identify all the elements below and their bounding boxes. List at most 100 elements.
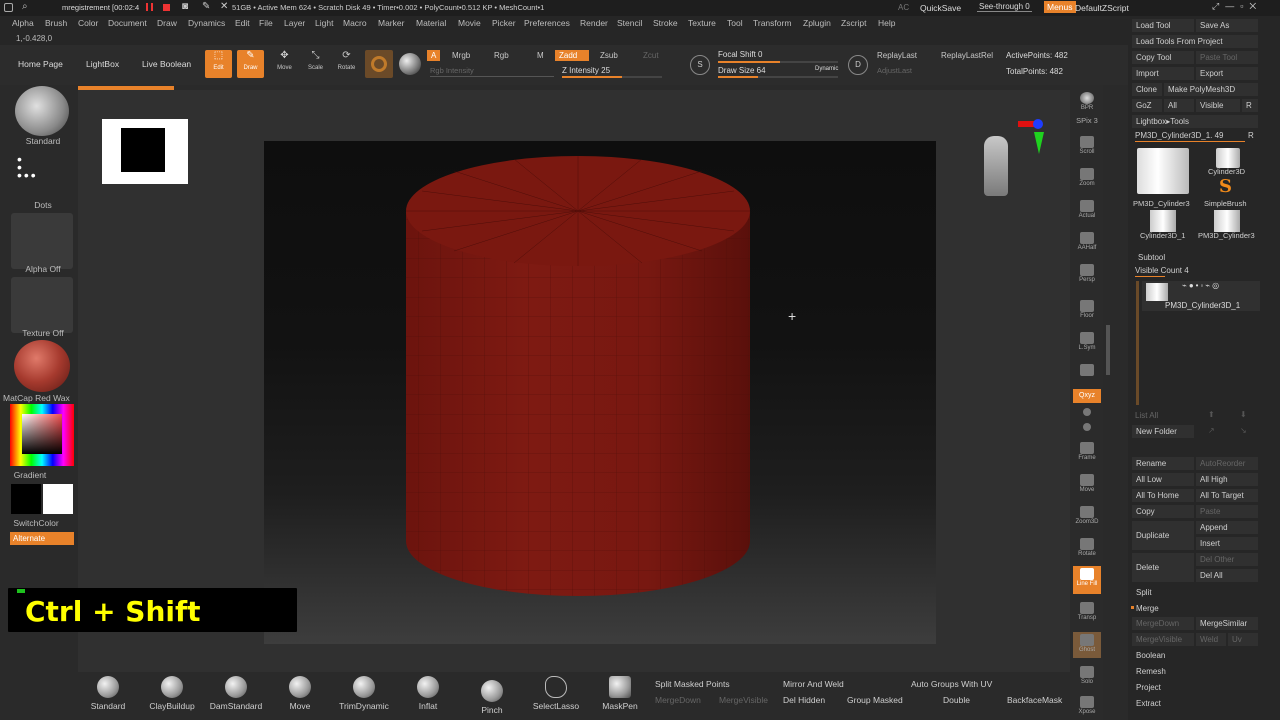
sphere-toggle-button[interactable] — [399, 53, 421, 75]
group-masked-button[interactable]: Group Masked — [847, 693, 903, 707]
current-tool-r-button[interactable]: R — [1248, 131, 1254, 140]
autoreorder-button[interactable]: AutoReorder — [1196, 457, 1258, 470]
weld-button[interactable]: Weld — [1196, 633, 1226, 646]
transp-button[interactable]: Transp — [1073, 600, 1101, 626]
matcap-thumb[interactable] — [14, 340, 70, 392]
folder-up-icon[interactable]: ↗ — [1208, 426, 1215, 435]
load-tool-button[interactable]: Load Tool — [1132, 19, 1194, 32]
merge-similar-button[interactable]: MergeSimilar — [1196, 617, 1258, 630]
goz-visible-button[interactable]: Visible — [1196, 99, 1240, 112]
copy-subtool-button[interactable]: Copy — [1132, 505, 1194, 518]
navigation-head-gizmo[interactable] — [978, 118, 1044, 202]
primary-color-swatch[interactable] — [11, 484, 41, 514]
menu-item-preferences[interactable]: Preferences — [524, 18, 570, 28]
rgb-toggle[interactable]: Rgb — [494, 51, 509, 60]
all-to-home-button[interactable]: All To Home — [1132, 489, 1194, 502]
zsub-toggle[interactable]: Zsub — [600, 51, 618, 60]
material-swatch-button[interactable] — [365, 50, 393, 78]
menu-item-light[interactable]: Light — [315, 18, 333, 28]
menus-button[interactable]: Menus — [1044, 1, 1076, 13]
auto-groups-uv-button[interactable]: Auto Groups With UV — [911, 677, 992, 691]
lightbox-button[interactable]: LightBox — [86, 59, 119, 69]
list-all-button[interactable]: List All — [1135, 411, 1158, 420]
scale-mode-button[interactable]: ⤡ Scale — [302, 50, 329, 78]
document-viewport[interactable] — [264, 141, 936, 644]
remesh-section[interactable]: Remesh — [1136, 667, 1166, 676]
merge-section[interactable]: Merge — [1136, 604, 1159, 613]
quicksave-button[interactable]: QuickSave — [920, 3, 961, 13]
lightbox-tools-button[interactable]: Lightbox▸Tools — [1132, 115, 1258, 128]
visible-count-slider[interactable]: Visible Count 4 — [1135, 266, 1189, 275]
subtool-item[interactable]: ⌁●•◦⌁◎ PM3D_Cylinder3D_1 — [1142, 281, 1260, 311]
make-polymesh-button[interactable]: Make PolyMesh3D — [1164, 83, 1258, 96]
a-toggle[interactable]: A — [427, 50, 441, 61]
menu-item-color[interactable]: Color — [78, 18, 98, 28]
subtool-list-scrollbar[interactable] — [1136, 281, 1139, 405]
focal-shift-slider[interactable]: Focal Shift 0 — [718, 50, 762, 59]
xpose-button[interactable]: Xpose — [1073, 694, 1101, 720]
split-section[interactable]: Split — [1136, 588, 1152, 597]
mrgb-toggle[interactable]: Mrgb — [452, 51, 470, 60]
current-tool-slider[interactable]: PM3D_Cylinder3D_1. 49 — [1135, 131, 1224, 140]
all-low-button[interactable]: All Low — [1132, 473, 1194, 486]
zoom3d-button[interactable]: Zoom3D — [1073, 504, 1101, 530]
cylinder-mesh[interactable] — [264, 141, 936, 644]
duplicate-button[interactable]: Duplicate — [1132, 521, 1194, 550]
adjustlast-button[interactable]: AdjustLast — [877, 66, 912, 75]
menu-item-file[interactable]: File — [259, 18, 273, 28]
window-controls[interactable]: ⤢—▫✕ — [1212, 1, 1262, 12]
mirror-and-weld-button[interactable]: Mirror And Weld — [783, 677, 844, 691]
secondary-color-swatch[interactable] — [43, 484, 73, 514]
del-all-button[interactable]: Del All — [1196, 569, 1258, 582]
menu-item-stroke[interactable]: Stroke — [653, 18, 678, 28]
draw-size-slider[interactable]: Draw Size 64 — [718, 66, 766, 75]
rotate-view-button[interactable]: Rotate — [1073, 536, 1101, 562]
spix-button[interactable]: SPix 3 — [1073, 116, 1101, 128]
goz-r-button[interactable]: R — [1242, 99, 1258, 112]
arrow-up-icon[interactable]: ⬆ — [1208, 410, 1215, 419]
replaylastrel-button[interactable]: ReplayLastRel — [941, 51, 993, 60]
merge-visible-button[interactable]: MergeVisible — [1132, 633, 1194, 646]
color-picker[interactable] — [10, 404, 74, 466]
menu-item-transform[interactable]: Transform — [753, 18, 791, 28]
close-icon[interactable]: ✕ — [220, 1, 228, 12]
edit-mode-button[interactable]: ⬚ Edit — [205, 50, 232, 78]
brush-damstandard[interactable]: DamStandard — [201, 676, 271, 711]
alternate-button[interactable]: Alternate — [10, 532, 74, 545]
subtool-visibility-icons[interactable]: ⌁●•◦⌁◎ — [1182, 281, 1221, 290]
solo-button[interactable]: Solo — [1073, 664, 1101, 690]
delete-button[interactable]: Delete — [1132, 553, 1194, 582]
extract-section[interactable]: Extract — [1136, 699, 1161, 708]
zcut-toggle[interactable]: Zcut — [643, 51, 659, 60]
lock-button[interactable] — [1073, 362, 1101, 380]
tool-thumb-cylinder3d[interactable] — [1216, 148, 1240, 168]
menu-item-dynamics[interactable]: Dynamics — [188, 18, 225, 28]
stop-icon[interactable] — [163, 4, 170, 11]
rotate-mode-button[interactable]: ⟳ Rotate — [333, 50, 360, 78]
brush-inflat[interactable]: Inflat — [393, 676, 463, 711]
import-button[interactable]: Import — [1132, 67, 1194, 80]
search-icon[interactable]: ⌕ — [22, 1, 28, 12]
load-from-project-button[interactable]: Load Tools From Project — [1132, 35, 1258, 48]
floor-button[interactable]: Floor — [1073, 298, 1101, 324]
menu-item-render[interactable]: Render — [580, 18, 608, 28]
brush-standard[interactable]: Standard — [73, 676, 143, 711]
menu-item-zscript[interactable]: Zscript — [841, 18, 867, 28]
menu-item-document[interactable]: Document — [108, 18, 147, 28]
switchcolor-label[interactable]: SwitchColor — [0, 518, 72, 528]
copy-tool-button[interactable]: Copy Tool — [1132, 51, 1194, 64]
merge-down-bottom-button[interactable]: MergeDown — [655, 693, 701, 707]
folder-down-icon[interactable]: ↘ — [1240, 426, 1247, 435]
menu-item-tool[interactable]: Tool — [727, 18, 743, 28]
standard-brush-thumb[interactable] — [15, 86, 69, 136]
record-stop-icon[interactable] — [146, 3, 153, 11]
menu-item-zplugin[interactable]: Zplugin — [803, 18, 831, 28]
draw-mode-button[interactable]: ✎ Draw — [237, 50, 264, 78]
pen-icon[interactable]: ✎ — [202, 1, 210, 12]
menu-item-material[interactable]: Material — [416, 18, 446, 28]
linefill-button[interactable]: Line Fill — [1073, 566, 1101, 594]
all-high-button[interactable]: All High — [1196, 473, 1258, 486]
insert-button[interactable]: Insert — [1196, 537, 1258, 550]
paste-tool-button[interactable]: Paste Tool — [1196, 51, 1258, 64]
qxyz-button[interactable]: Qxyz — [1073, 389, 1101, 403]
